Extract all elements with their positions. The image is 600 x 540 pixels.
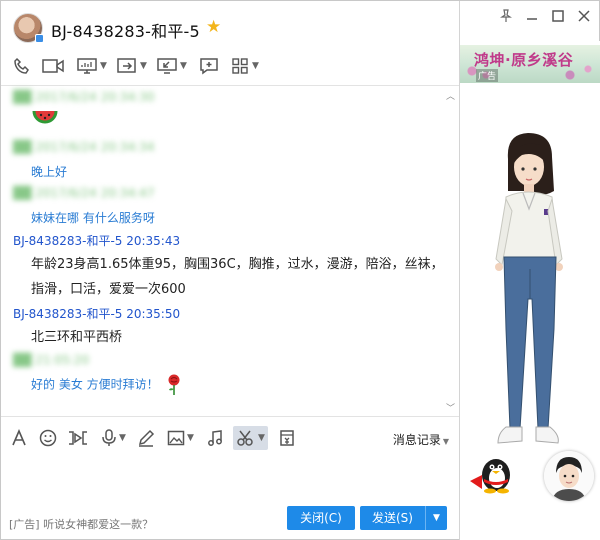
screenshot-button[interactable]: ▼ — [233, 426, 268, 450]
emoji-button[interactable] — [39, 426, 57, 450]
close-window-button[interactable] — [573, 9, 595, 29]
monitor-icon — [77, 58, 97, 74]
contact-name[interactable]: BJ-8438283-和平-5 — [51, 18, 200, 42]
input-toolbar: ▼ ▼ ▼ 消息记录 ▼ — [1, 423, 459, 453]
pin-icon[interactable] — [495, 9, 517, 29]
message-header: BJ-8438283-和平-5 20:35:50 — [13, 307, 181, 321]
rose-icon — [168, 374, 180, 395]
message-text: 妹妹在哪 有什么服务呀 — [31, 211, 155, 225]
message-header: ██ 21:05:20 — [13, 353, 90, 367]
chevron-down-icon: ▼ — [140, 61, 147, 71]
star-icon[interactable]: ★ — [206, 17, 221, 37]
remote-desktop-icon — [157, 58, 177, 74]
music-note-icon — [208, 430, 222, 446]
my-avatar[interactable] — [544, 451, 594, 501]
avatar-portrait-icon — [544, 451, 594, 501]
message-line: 年龄23身高1.65体重95，胸围36C，胸推，过水，漫游，陪浴，丝袜， — [31, 257, 444, 272]
message-header: ██ 2017/6/24 20:34:34 — [13, 140, 155, 154]
scroll-up-icon[interactable]: ︿ — [446, 89, 455, 102]
message-text: 北三环和平西桥 — [31, 330, 123, 345]
message-header: ██ 2017/6/24 20:34:47 — [13, 186, 155, 200]
font-button[interactable] — [11, 426, 27, 450]
title-bar: BJ-8438283-和平-5 ★ — [1, 1, 459, 49]
message-history-button[interactable]: 消息记录 ▼ — [393, 431, 449, 448]
image-icon — [167, 430, 185, 446]
new-discussion-button[interactable] — [199, 54, 219, 78]
film-icon — [69, 431, 87, 445]
scissors-icon — [237, 430, 253, 446]
voice-call-button[interactable] — [13, 54, 31, 78]
video-call-button[interactable] — [42, 54, 64, 78]
chevron-down-icon: ▼ — [100, 61, 107, 71]
maximize-button[interactable] — [547, 9, 569, 29]
doodle-button[interactable] — [137, 426, 155, 450]
watermelon-icon — [32, 110, 58, 124]
qq-penguin-icon[interactable] — [468, 449, 520, 497]
banner-ad-tag: 广告 — [476, 69, 499, 82]
chevron-down-icon: ▼ — [442, 437, 449, 446]
scroll-down-icon[interactable]: ﹀ — [446, 401, 455, 414]
send-button[interactable]: 发送(S) — [360, 506, 425, 530]
remote-assist-button[interactable]: ▼ — [157, 54, 187, 78]
video-camera-icon — [42, 59, 64, 73]
ad-banner[interactable]: 鸿坤·原乡溪谷 广告 — [460, 45, 600, 83]
ad-link[interactable]: [广告] 听说女神都爱这一款？ — [9, 516, 153, 532]
message-input[interactable] — [1, 453, 459, 501]
message-list[interactable]: ︿ ██ 2017/6/24 20:34:30 ██ 2017/6/24 20:… — [1, 85, 459, 417]
chevron-down-icon: ▼ — [258, 433, 265, 443]
contact-avatar[interactable] — [13, 13, 44, 43]
chevron-down-icon: ▼ — [433, 513, 440, 523]
music-button[interactable] — [207, 426, 223, 450]
chevron-down-icon: ▼ — [252, 61, 259, 71]
close-button[interactable]: 关闭(C) — [287, 506, 355, 530]
message-line: 指滑，口活，爱爱一次600 — [31, 282, 186, 297]
chevron-down-icon: ▼ — [119, 433, 126, 443]
gif-button[interactable] — [67, 426, 89, 450]
pen-icon — [138, 429, 155, 447]
message-text: 晚上好 — [31, 165, 68, 179]
message-text: 好的 美女 方便时拜访！ — [31, 374, 182, 396]
red-packet-icon — [280, 430, 294, 446]
send-options-button[interactable]: ▼ — [425, 506, 447, 530]
apps-grid-icon — [232, 58, 248, 74]
chevron-down-icon: ▼ — [180, 61, 187, 71]
show-avatar-figure[interactable] — [478, 129, 583, 449]
send-image-button[interactable]: ▼ — [167, 426, 194, 450]
send-file-button[interactable]: ▼ — [117, 54, 147, 78]
message-text: 年龄23身高1.65体重95，胸围36C，胸推，过水，漫游，陪浴，丝袜， 指滑，… — [31, 252, 444, 302]
side-panel: 鸿坤·原乡溪谷 广告 — [460, 41, 600, 540]
message-header: ██ 2017/6/24 20:34:30 — [13, 90, 155, 104]
chat-toolbar: ▼ ▼ ▼ ▼ — [1, 51, 459, 81]
file-transfer-icon — [117, 58, 136, 73]
message-line: 好的 美女 方便时拜访！ — [31, 377, 159, 392]
phone-icon — [14, 57, 29, 74]
minimize-button[interactable] — [521, 9, 543, 29]
microphone-icon — [102, 429, 116, 446]
chevron-down-icon: ▼ — [187, 433, 194, 443]
banner-text: 鸿坤·原乡溪谷 — [474, 51, 574, 69]
message-history-label: 消息记录 — [392, 433, 441, 447]
add-chat-icon — [200, 58, 218, 75]
red-packet-button[interactable] — [279, 426, 295, 450]
font-icon — [12, 429, 26, 446]
message-header: BJ-8438283-和平-5 20:35:43 — [13, 234, 181, 248]
more-apps-button[interactable]: ▼ — [231, 54, 259, 78]
screen-share-button[interactable]: ▼ — [77, 54, 107, 78]
chat-window: BJ-8438283-和平-5 ★ ▼ ▼ ▼ ▼ ︿ ██ 2017/6/24… — [0, 0, 600, 540]
smiley-icon — [39, 429, 57, 447]
voice-message-button[interactable]: ▼ — [101, 426, 126, 450]
device-status-icon — [35, 34, 44, 43]
